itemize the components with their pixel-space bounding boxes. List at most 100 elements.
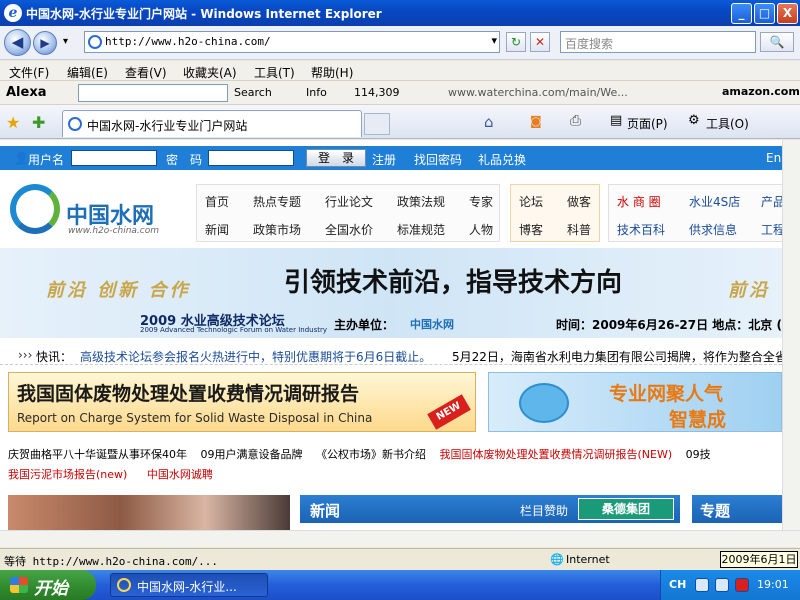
login-button[interactable]: 登 录 xyxy=(306,149,366,167)
news-photo[interactable] xyxy=(8,495,290,530)
refresh-icon[interactable]: ↻ xyxy=(506,32,526,52)
alexa-info-button[interactable]: Info xyxy=(306,86,327,99)
print-icon[interactable]: ⎙ xyxy=(570,113,581,129)
nav-link[interactable]: 博客 xyxy=(519,221,543,238)
forum-banner[interactable]: 前沿 创新 合作 引领技术前沿，指导技术方向 前沿 2009 水业高级技术论坛 … xyxy=(0,248,782,338)
address-url[interactable]: http://www.h2o-china.com/ xyxy=(105,35,271,48)
ticker-item[interactable]: 高级技术论坛参会报名火热进行中，特别优惠期将于6月6日截止。 xyxy=(80,348,431,365)
close-button[interactable]: X xyxy=(777,3,798,24)
nav-link[interactable]: 水 商 圈 xyxy=(617,193,661,210)
link-item[interactable]: 我国污泥市场报告(new) xyxy=(8,468,127,481)
amazon-link[interactable]: amazon.com xyxy=(722,85,800,98)
nav-link[interactable]: 首页 xyxy=(205,193,229,210)
nav-link[interactable]: 专家 xyxy=(469,193,493,210)
status-bar: 等待 http://www.h2o-china.com/... 🌐 Intern… xyxy=(0,548,800,570)
menu-bar: 文件(F) 编辑(E) 查看(V) 收藏夹(A) 工具(T) 帮助(H) xyxy=(0,61,800,81)
tools-menu[interactable]: 工具(O) xyxy=(706,115,749,132)
start-button[interactable]: 开始 xyxy=(0,570,96,600)
vertical-scrollbar[interactable] xyxy=(782,140,800,530)
windows-logo-icon xyxy=(10,577,28,593)
link-item[interactable]: 09技 xyxy=(686,448,711,461)
ad-subtitle: Report on Charge System for Solid Waste … xyxy=(17,411,373,425)
news-section-header: 新闻 栏目赞助 桑德集团 xyxy=(300,495,680,523)
clock[interactable]: 19:01 xyxy=(757,578,789,591)
password-input[interactable] xyxy=(208,150,294,166)
gear-icon: ⚙ xyxy=(688,113,700,128)
new-tab-button[interactable] xyxy=(364,113,390,135)
new-badge: NEW xyxy=(427,394,471,430)
nav-link[interactable]: 论坛 xyxy=(519,193,543,210)
link-item[interactable]: 中国水网诚聘 xyxy=(147,468,213,481)
username-input[interactable] xyxy=(71,150,157,166)
link-item[interactable]: 我国固体废物处理处置收费情况调研报告(NEW) xyxy=(440,448,673,461)
home-icon[interactable]: ⌂ xyxy=(484,113,494,131)
menu-help[interactable]: 帮助(H) xyxy=(311,64,353,81)
ticker-label: 快讯： xyxy=(36,350,73,364)
find-password-link[interactable]: 找回密码 xyxy=(414,151,462,168)
nav-link[interactable]: 产品 xyxy=(761,193,782,210)
nav-link[interactable]: 行业论文 xyxy=(325,193,373,210)
alexa-search-button[interactable]: Search xyxy=(234,86,272,99)
menu-file[interactable]: 文件(F) xyxy=(9,64,49,81)
register-link[interactable]: 注册 xyxy=(372,151,396,168)
taskbar-ie-window[interactable]: 中国水网-水行业... xyxy=(110,573,268,597)
maximize-button[interactable]: □ xyxy=(754,3,775,24)
menu-edit[interactable]: 编辑(E) xyxy=(67,64,108,81)
language-indicator[interactable]: CH xyxy=(669,578,686,591)
nav-link[interactable]: 科普 xyxy=(567,221,591,238)
security-shield-icon[interactable] xyxy=(735,578,749,592)
links-row: 我国污泥市场报告(new) 中国水网诚聘 xyxy=(8,466,213,482)
report-ad-banner[interactable]: 我国固体废物处理处置收费情况调研报告 Report on Charge Syst… xyxy=(8,372,476,432)
nav-link[interactable]: 工程 xyxy=(761,221,782,238)
menu-tools[interactable]: 工具(T) xyxy=(254,64,295,81)
nav-link[interactable]: 技术百科 xyxy=(617,221,665,238)
menu-favorites[interactable]: 收藏夹(A) xyxy=(183,64,237,81)
news-ticker: ››› 快讯： 高级技术论坛参会报名火热进行中，特别优惠期将于6月6日截止。 5… xyxy=(0,345,782,365)
volume-icon[interactable] xyxy=(715,578,729,592)
history-dropdown-icon[interactable]: ▾ xyxy=(63,36,68,47)
favorites-star-icon[interactable]: ★ xyxy=(6,113,20,132)
nav-link[interactable]: 政策市场 xyxy=(253,221,301,238)
nav-link[interactable]: 热点专题 xyxy=(253,193,301,210)
nav-link[interactable]: 人物 xyxy=(469,221,493,238)
user-icon: 👤 xyxy=(14,151,29,165)
topic-section-title[interactable]: 专题 xyxy=(700,500,730,521)
address-dropdown-icon[interactable]: ▾ xyxy=(491,34,497,47)
alexa-search-input[interactable] xyxy=(78,84,228,102)
tab-page-icon xyxy=(68,117,82,131)
nav-link[interactable]: 全国水价 xyxy=(325,221,373,238)
search-input[interactable]: 百度搜索 xyxy=(560,31,756,53)
link-item[interactable]: 《公权市场》新书介绍 xyxy=(316,448,426,461)
gift-link[interactable]: 礼品兑换 xyxy=(478,151,526,168)
add-favorites-icon[interactable]: ✚ xyxy=(32,113,45,132)
username-label: 用户名 xyxy=(28,153,65,167)
nav-link[interactable]: 标准规范 xyxy=(397,221,445,238)
back-button[interactable]: ◀ xyxy=(4,29,31,56)
nav-link[interactable]: 新闻 xyxy=(205,221,229,238)
horizontal-scrollbar[interactable] xyxy=(0,530,800,547)
promo-ad-banner[interactable]: 专业网聚人气 智慧成 xyxy=(488,372,782,432)
link-item[interactable]: 09用户满意设备品牌 xyxy=(201,448,303,461)
network-icon[interactable] xyxy=(695,578,709,592)
ticker-item[interactable]: 5月22日，海南省水利电力集团有限公司揭牌，将作为整合全省 xyxy=(452,348,782,365)
news-section-title[interactable]: 新闻 xyxy=(310,500,340,521)
link-item[interactable]: 庆贺曲格平八十华诞暨从事环保40年 xyxy=(8,448,187,461)
address-field[interactable]: http://www.h2o-china.com/ ▾ xyxy=(84,31,500,53)
nav-link[interactable]: 做客 xyxy=(567,193,591,210)
menu-view[interactable]: 查看(V) xyxy=(125,64,167,81)
forward-button[interactable]: ▶ xyxy=(33,31,57,55)
nav-link[interactable]: 供求信息 xyxy=(689,221,737,238)
page-menu[interactable]: 页面(P) xyxy=(627,115,668,132)
minimize-button[interactable]: _ xyxy=(731,3,752,24)
alexa-site[interactable]: www.waterchina.com/main/We... xyxy=(448,86,628,99)
tab-active[interactable]: 中国水网-水行业专业门户网站 xyxy=(62,110,362,137)
english-link[interactable]: En xyxy=(766,151,781,165)
search-go-icon[interactable]: 🔍 xyxy=(760,32,794,52)
nav-link[interactable]: 水业4S店 xyxy=(689,193,740,210)
feeds-icon[interactable]: ◙ xyxy=(530,114,542,128)
sponsor-logo[interactable]: 桑德集团 xyxy=(578,498,674,520)
logo-mark-icon[interactable] xyxy=(10,184,60,234)
stop-icon[interactable]: ✕ xyxy=(530,32,550,52)
nav-link[interactable]: 政策法规 xyxy=(397,193,445,210)
alexa-logo[interactable]: Alexa xyxy=(6,85,47,100)
